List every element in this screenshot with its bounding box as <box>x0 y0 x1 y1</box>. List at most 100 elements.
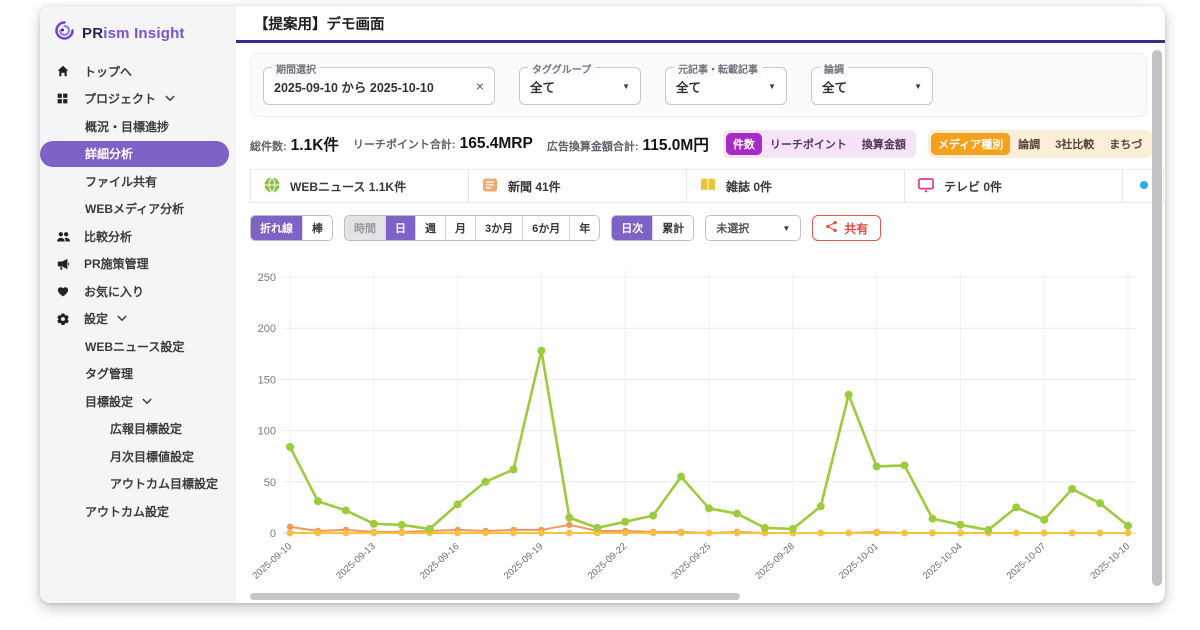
sidebar-item-label: 目標設定 <box>85 393 133 410</box>
svg-text:2025-09-13: 2025-09-13 <box>334 541 377 582</box>
svg-text:250: 250 <box>258 272 276 284</box>
svg-text:100: 100 <box>258 426 276 438</box>
prism-logo-icon <box>54 20 75 46</box>
sidebar-item-label: お気に入り <box>84 283 144 300</box>
sidebar-item-compare-analysis[interactable]: 比較分析 <box>40 223 236 250</box>
sidebar-item-top[interactable]: トップへ <box>40 58 236 85</box>
tab-リーチポイント[interactable]: リーチポイント <box>763 133 854 155</box>
sidebar-item-label: ファイル共有 <box>85 173 157 190</box>
sidebar-item-label: WEBメディア分析 <box>85 200 184 217</box>
tab-3社比較[interactable]: 3社比較 <box>1048 133 1101 155</box>
chart-area: 0501001502002502025-09-102025-09-132025-… <box>244 251 1159 600</box>
tab-メディア種別[interactable]: メディア種別 <box>931 133 1010 155</box>
sidebar-item-detail-analysis[interactable]: 詳細分析 <box>40 141 229 168</box>
sidebar-item-settings[interactable]: 設定 <box>40 306 236 333</box>
sidebar-item-web-news-settings[interactable]: WEBニュース設定 <box>40 333 236 360</box>
sidebar-item-file-share[interactable]: ファイル共有 <box>40 168 236 195</box>
sidebar-item-pr-goal-settings[interactable]: 広報目標設定 <box>40 416 236 443</box>
chevron-down-icon: ▼ <box>622 82 630 91</box>
sidebar-item-label: プロジェクト <box>84 90 156 107</box>
tab-論調[interactable]: 論調 <box>1011 133 1047 155</box>
brand-logo[interactable]: PRism Insight <box>40 16 236 58</box>
chart-type-折れ線[interactable]: 折れ線 <box>251 216 302 240</box>
granularity-年[interactable]: 年 <box>569 216 599 240</box>
aggregation-累計[interactable]: 累計 <box>652 216 693 240</box>
sidebar-item-outcome-settings[interactable]: アウトカム設定 <box>40 498 236 525</box>
sidebar-item-label: アウトカム設定 <box>85 503 169 520</box>
summary-item: 広告換算金額合計:115.0M円 <box>547 133 709 155</box>
page-title: 【提案用】デモ画面 <box>254 13 385 34</box>
svg-text:2025-09-10: 2025-09-10 <box>251 541 294 582</box>
vertical-scrollbar[interactable] <box>1152 50 1162 586</box>
granularity-時間[interactable]: 時間 <box>345 216 385 240</box>
chevron-down-icon: ▼ <box>768 82 776 91</box>
main-content: 【提案用】デモ画面 期間選択2025-09-10 から 2025-10-10× タ… <box>236 6 1165 603</box>
filter-label: タググループ <box>528 61 595 76</box>
share-label: 共有 <box>844 220 868 237</box>
share-button[interactable]: 共有 <box>812 215 881 241</box>
header-divider <box>236 40 1165 43</box>
granularity-日[interactable]: 日 <box>385 216 415 240</box>
sidebar-item-pr-management[interactable]: PR施策管理 <box>40 251 236 278</box>
sidebar-item-favorites[interactable]: お気に入り <box>40 278 236 305</box>
sidebar-item-label: 詳細分析 <box>85 145 133 162</box>
people-icon <box>56 229 71 244</box>
sidebar-item-tag-management[interactable]: タグ管理 <box>40 361 236 388</box>
magazine-icon <box>699 176 717 197</box>
media-type-row: WEBニュース 1.1K件新聞 41件 雑誌 0件 テレビ 0件 <box>250 169 1165 203</box>
radio-icon <box>1135 176 1153 197</box>
summary-item: 総件数:1.1K件 <box>250 133 339 155</box>
sidebar-item-goal-settings[interactable]: 目標設定 <box>40 388 236 415</box>
svg-text:2025-10-04: 2025-10-04 <box>921 541 964 582</box>
media-card-tv[interactable]: テレビ 0件 <box>904 169 1123 203</box>
svg-text:0: 0 <box>270 528 276 540</box>
granularity-月[interactable]: 月 <box>445 216 475 240</box>
media-card-globe[interactable]: WEBニュース 1.1K件 <box>250 169 469 203</box>
sidebar-item-outcome-goal-settings[interactable]: アウトカム目標設定 <box>40 471 236 498</box>
sidebar-nav: トップへプロジェクト概況・目標進捗詳細分析ファイル共有 WEBメディア分析比較分析… <box>40 58 236 525</box>
summary-value: 115.0M円 <box>643 133 709 155</box>
filter-article-origin[interactable]: 元記事・転載記事全て▼ <box>665 67 787 105</box>
brand-name: PRism Insight <box>82 25 185 42</box>
chart-type-棒[interactable]: 棒 <box>302 216 332 240</box>
aggregation-日次[interactable]: 日次 <box>612 216 652 240</box>
sidebar-item-web-media-analysis[interactable]: WEBメディア分析 <box>40 196 236 223</box>
tv-icon <box>917 176 935 197</box>
filter-tone[interactable]: 論調全て▼ <box>811 67 933 105</box>
granularity-週[interactable]: 週 <box>415 216 445 240</box>
filter-value: 全て <box>530 77 614 96</box>
filter-label: 期間選択 <box>272 61 320 76</box>
coverage-trend-chart[interactable]: 0501001502002502025-09-102025-09-132025-… <box>244 251 1144 595</box>
home-icon <box>56 64 71 78</box>
summary-value: 1.1K件 <box>291 133 339 155</box>
media-card-magazine[interactable]: 雑誌 0件 <box>686 169 905 203</box>
chevron-down-icon <box>117 315 127 322</box>
sidebar-item-label: 比較分析 <box>84 228 132 245</box>
sidebar-item-label: PR施策管理 <box>84 255 149 272</box>
sidebar-item-label: 広報目標設定 <box>110 420 182 437</box>
tab-換算金額[interactable]: 換算金額 <box>855 133 913 155</box>
summary-value: 165.4MRP <box>460 135 533 153</box>
sidebar-item-overview-progress[interactable]: 概況・目標進捗 <box>40 113 236 140</box>
sidebar-item-monthly-goal-settings[interactable]: 月次目標値設定 <box>40 443 236 470</box>
granularity-3か月[interactable]: 3か月 <box>475 216 522 240</box>
tab-まちづ[interactable]: まちづ <box>1102 133 1149 155</box>
tab-件数[interactable]: 件数 <box>726 133 762 155</box>
series-select[interactable]: 未選択▼ <box>705 215 801 241</box>
horizontal-scrollbar[interactable] <box>250 593 740 600</box>
clear-icon[interactable]: × <box>476 78 484 94</box>
filter-period[interactable]: 期間選択2025-09-10 から 2025-10-10× <box>263 67 495 105</box>
svg-text:2025-10-01: 2025-10-01 <box>837 541 880 582</box>
filter-label: 論調 <box>820 61 848 76</box>
megaphone-icon <box>56 257 71 271</box>
media-card-newspaper[interactable]: 新聞 41件 <box>468 169 687 203</box>
granularity-6か月[interactable]: 6か月 <box>522 216 569 240</box>
chart-type: 折れ線棒 <box>250 215 333 241</box>
summary-totals: 総件数:1.1K件リーチポイント合計:165.4MRP広告換算金額合計:115.… <box>250 133 723 155</box>
sidebar-item-project[interactable]: プロジェクト <box>40 86 236 113</box>
filter-value: 全て <box>822 77 906 96</box>
media-card-label: 雑誌 0件 <box>726 178 772 195</box>
chart-controls: 折れ線棒時間日週月3か月6か月年日次累計未選択▼ 共有 <box>250 215 1147 241</box>
filter-tag-group[interactable]: タググループ全て▼ <box>519 67 641 105</box>
svg-text:2025-10-07: 2025-10-07 <box>1005 541 1048 582</box>
